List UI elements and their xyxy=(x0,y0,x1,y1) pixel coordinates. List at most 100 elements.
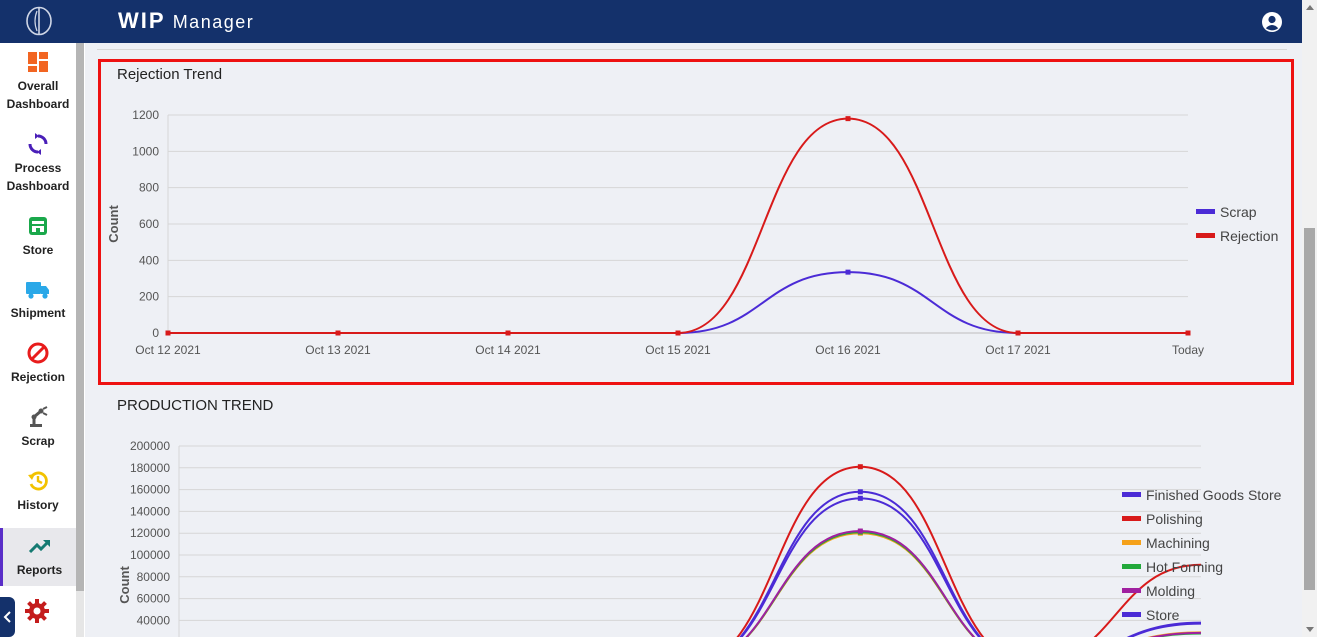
app-title-rest: Manager xyxy=(172,12,255,32)
sidebar-item-scrap[interactable]: Scrap xyxy=(0,405,76,450)
main-content: Rejection Trend 0 200 400 600 800 1000 1200 Oct… xyxy=(85,43,1302,637)
series-line xyxy=(168,271,1188,335)
production-trend-title: PRODUCTION TREND xyxy=(117,397,274,414)
settings-item[interactable] xyxy=(24,598,50,629)
app-logo-icon[interactable] xyxy=(24,5,54,37)
series-line xyxy=(739,490,1202,637)
legend-swatch xyxy=(1196,233,1215,238)
truck-icon xyxy=(0,277,76,301)
legend-label: Polishing xyxy=(1146,511,1203,527)
rejection-trend-chart: 0 200 400 600 800 1000 1200 Oct 12 2021 Oct 13 2… xyxy=(106,108,1278,357)
legend-label: Machining xyxy=(1146,535,1210,551)
x-tick-label: Oct 13 2021 xyxy=(305,343,371,357)
gear-icon xyxy=(24,599,50,628)
top-app-bar: WIP Manager xyxy=(0,0,1302,43)
account-circle-icon[interactable] xyxy=(1261,11,1283,33)
collapse-sidebar-button[interactable] xyxy=(0,597,15,637)
y-axis-label: Count xyxy=(117,566,132,604)
legend-label: Rejection xyxy=(1220,228,1278,244)
scroll-down-arrow-icon[interactable] xyxy=(1306,627,1314,632)
sidebar-item-label: Dashboard xyxy=(6,179,70,193)
sidebar-item-label: Store xyxy=(22,243,54,257)
data-point xyxy=(857,464,863,470)
data-point xyxy=(1185,330,1191,336)
y-tick-label: 140000 xyxy=(130,504,170,518)
chevron-left-icon xyxy=(3,611,11,623)
x-tick-label: Oct 16 2021 xyxy=(815,343,881,357)
legend-swatch xyxy=(1122,612,1141,617)
sidebar-item-label: Shipment xyxy=(10,306,66,320)
page-scrollbar[interactable] xyxy=(1302,0,1317,637)
sidebar-item-label: Scrap xyxy=(21,434,55,448)
series-line xyxy=(740,497,1202,637)
x-tick-label: Today xyxy=(1172,343,1204,357)
y-tick-label: 0 xyxy=(152,326,159,340)
series-machining xyxy=(745,530,1202,637)
divider xyxy=(97,49,1287,50)
legend-label: Hot Forming xyxy=(1146,559,1223,575)
data-point xyxy=(335,330,341,336)
block-icon xyxy=(0,341,76,365)
sidebar-item-shipment[interactable]: Shipment xyxy=(0,277,76,322)
sidebar-item-overall-dashboard[interactable]: Overall Dashboard xyxy=(0,50,76,113)
scroll-up-arrow-icon[interactable] xyxy=(1306,5,1314,10)
sync-icon xyxy=(0,132,76,156)
x-tick-label: Oct 12 2021 xyxy=(135,343,201,357)
series-line xyxy=(736,465,1202,637)
y-tick-label: 600 xyxy=(139,217,159,231)
legend-label: Finished Goods Store xyxy=(1146,487,1282,503)
app-title: WIP Manager xyxy=(118,8,254,34)
data-point xyxy=(845,116,851,122)
production-trend-chart: 40000 60000 80000 100000 120000 140000 160000 1… xyxy=(117,439,1282,637)
series-scrap xyxy=(165,269,1191,336)
sidebar-scrollbar-thumb[interactable] xyxy=(76,43,84,591)
series-line xyxy=(168,117,1188,335)
y-tick-label: 1200 xyxy=(132,108,159,122)
data-point xyxy=(857,528,863,534)
y-axis-label: Count xyxy=(106,205,121,243)
y-tick-label: 180000 xyxy=(130,461,170,475)
legend-swatch xyxy=(1122,516,1141,521)
sidebar-nav: Overall Dashboard Process Dashboard Store Shi… xyxy=(0,43,76,637)
series-line xyxy=(745,532,1202,637)
y-tick-label: 100000 xyxy=(130,548,170,562)
x-tick-label: Oct 15 2021 xyxy=(645,343,711,357)
series-line xyxy=(745,530,1202,637)
sidebar-item-rejection[interactable]: Rejection xyxy=(0,341,76,386)
y-tick-label: 160000 xyxy=(130,483,170,497)
data-point xyxy=(505,330,511,336)
series-polishing xyxy=(736,464,1202,637)
legend-label: Molding xyxy=(1146,583,1195,599)
y-tick-label: 800 xyxy=(139,181,159,195)
app-title-bold: WIP xyxy=(118,8,166,33)
legend-swatch xyxy=(1122,564,1141,569)
data-point xyxy=(165,330,171,336)
legend-swatch xyxy=(1196,209,1215,214)
data-point xyxy=(675,330,681,336)
y-tick-label: 200000 xyxy=(130,439,170,453)
sidebar-item-label: Process xyxy=(14,161,62,175)
x-tick-label: Oct 17 2021 xyxy=(985,343,1051,357)
page-scrollbar-thumb[interactable] xyxy=(1304,228,1315,590)
legend-swatch xyxy=(1122,540,1141,545)
sidebar-item-store[interactable]: Store xyxy=(0,214,76,259)
history-icon xyxy=(0,469,76,493)
robot-arm-icon xyxy=(0,405,76,429)
y-tick-label: 120000 xyxy=(130,526,170,540)
legend-label: Store xyxy=(1146,607,1180,623)
sidebar-item-reports[interactable]: Reports xyxy=(0,528,76,586)
sidebar-item-history[interactable]: History xyxy=(0,469,76,514)
x-tick-label: Oct 14 2021 xyxy=(475,343,541,357)
legend-label: Scrap xyxy=(1220,204,1257,220)
data-point xyxy=(1015,330,1021,336)
legend-swatch xyxy=(1122,492,1141,497)
y-tick-label: 40000 xyxy=(137,613,171,627)
sidebar-scrollbar[interactable] xyxy=(76,43,84,637)
dashboard-grid-icon xyxy=(0,50,76,74)
y-tick-label: 60000 xyxy=(137,592,171,606)
y-tick-label: 200 xyxy=(139,290,159,304)
sidebar-item-label: Dashboard xyxy=(6,97,70,111)
data-point xyxy=(857,495,863,501)
sidebar-item-process-dashboard[interactable]: Process Dashboard xyxy=(0,132,76,195)
data-point xyxy=(845,269,851,275)
